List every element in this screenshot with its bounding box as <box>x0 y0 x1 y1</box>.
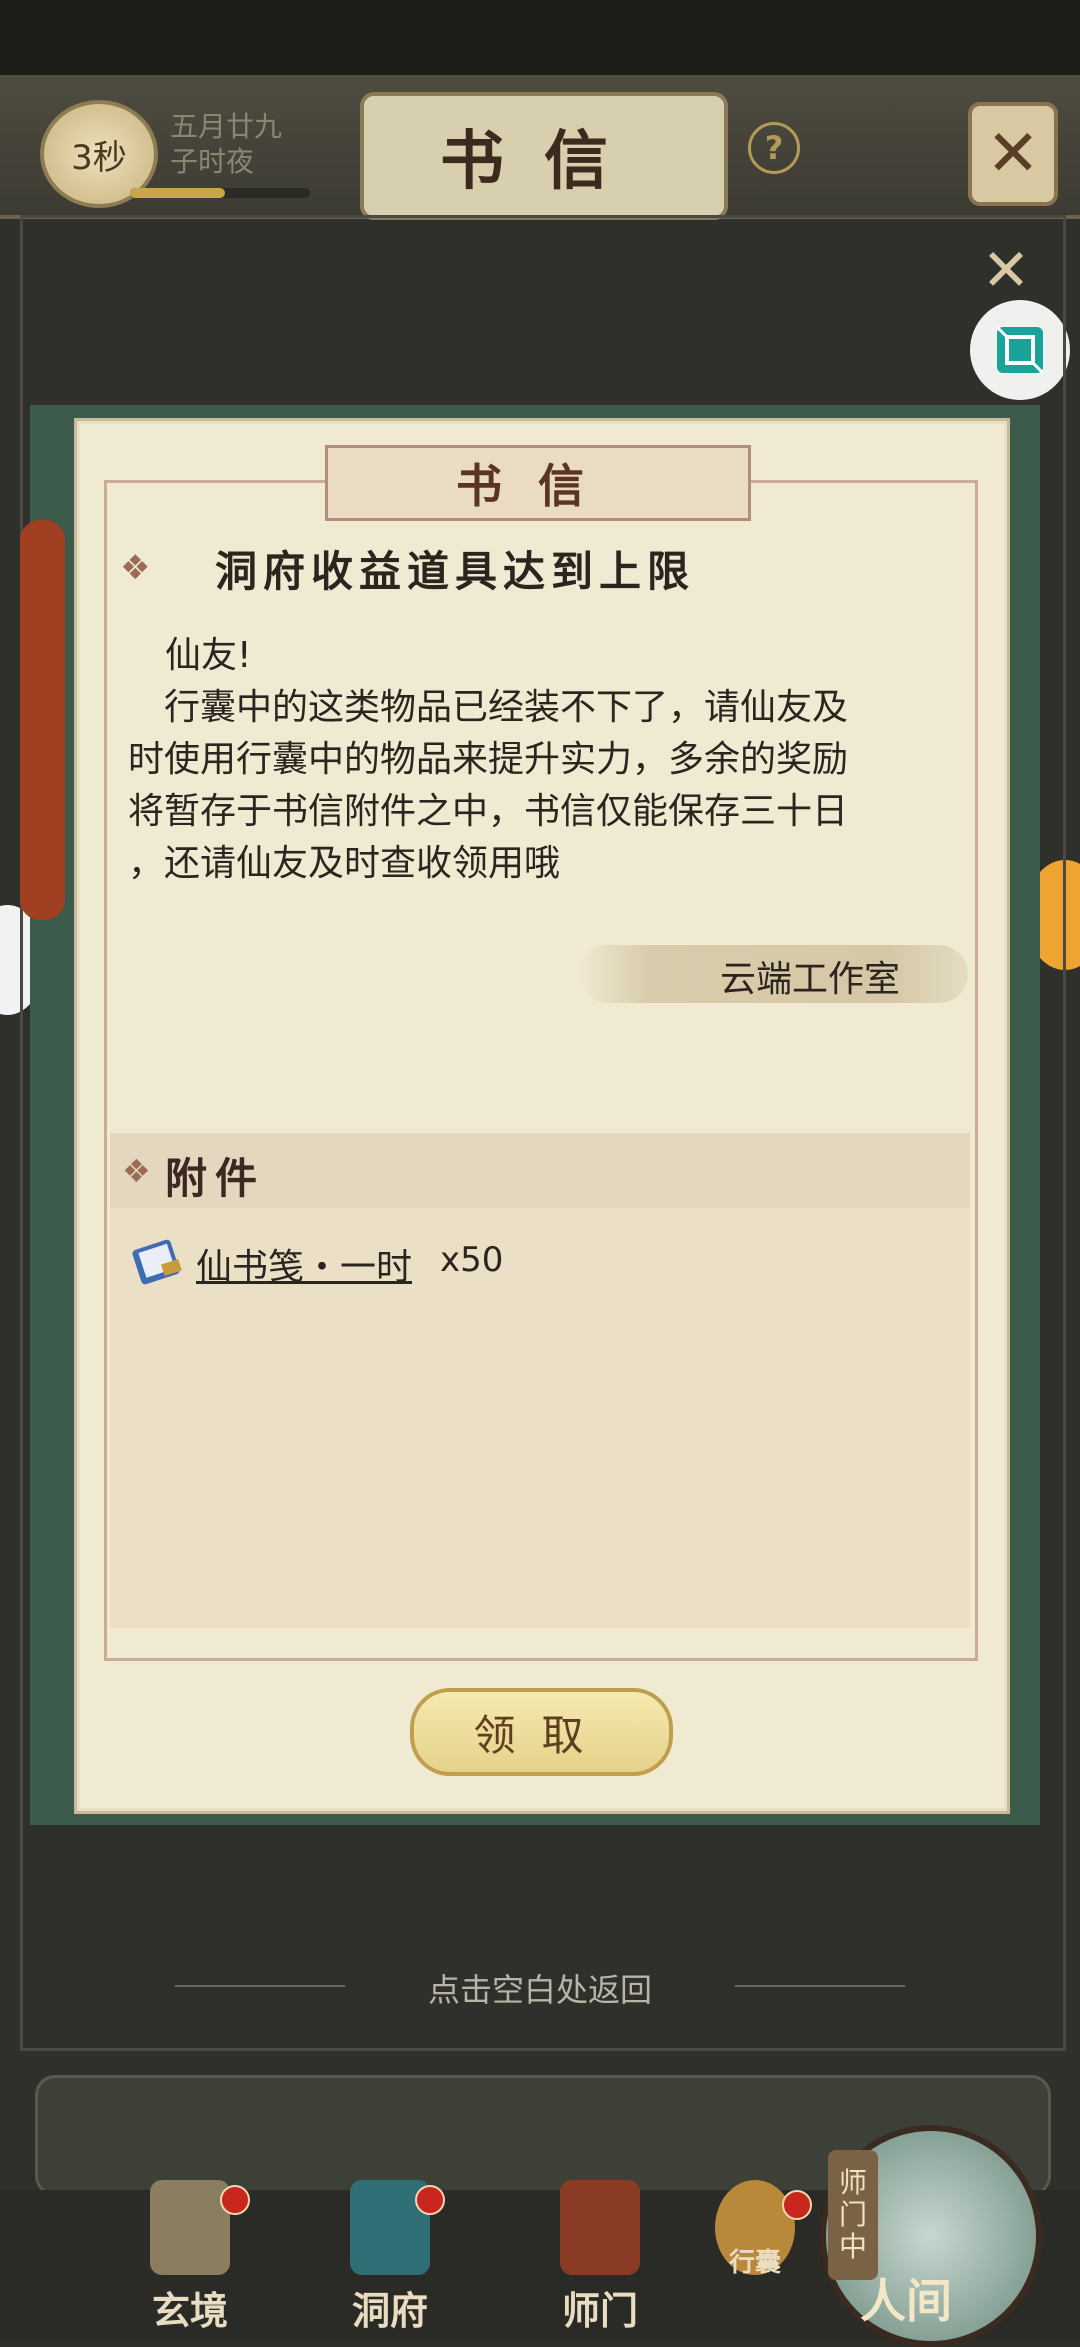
question-icon[interactable]: ? <box>748 122 800 174</box>
close-button[interactable]: ✕ <box>968 102 1058 206</box>
game-date: 五月廿九 <box>170 110 283 143</box>
letter-body-line: ，还请仙友及时查收领用哦 <box>128 843 561 884</box>
attachment-item-quantity: x50 <box>440 1240 504 1280</box>
nav-item-xuanjing[interactable]: 玄境 <box>115 2180 265 2335</box>
time-progress-fill <box>130 188 225 198</box>
game-time: 子时夜 <box>170 145 255 178</box>
notification-dot <box>220 2185 250 2215</box>
notification-dot <box>415 2185 445 2215</box>
nav-item-dongfu[interactable]: 洞府 <box>315 2180 465 2335</box>
red-ribbon <box>20 520 65 920</box>
sect-tag: 师 门 中 <box>828 2150 878 2280</box>
attachment-title: 附件 <box>165 1154 266 1203</box>
status-bar <box>0 0 1080 75</box>
crossed-swords-icon: ✕ <box>986 117 1040 191</box>
notification-dot <box>782 2190 812 2220</box>
letter-body-line: 行囊中的这类物品已经装不下了，请仙友及 <box>164 687 849 728</box>
letter-subject: 洞府收益道具达到上限 <box>215 547 696 596</box>
letter-signature: 云端工作室 <box>720 959 901 1000</box>
banner-icon <box>560 2180 640 2275</box>
letter-body-line: 将暂存于书信附件之中，书信仅能保存三十日 <box>128 791 849 832</box>
scroll-book-icon[interactable] <box>130 1238 186 1288</box>
return-hint[interactable]: 点击空白处返回 <box>0 1965 1080 2011</box>
world-label: 人间 <box>860 2274 952 2328</box>
scroll-icon <box>150 2180 230 2275</box>
diamond-icon: ❖ <box>122 1152 151 1190</box>
nav-item-xingnang[interactable]: 行囊 <box>690 2180 820 2335</box>
nav-item-shimen[interactable]: 师门 <box>525 2180 675 2335</box>
nav-label: 师门 <box>561 2288 638 2333</box>
letter-greeting: 仙友! <box>165 635 252 676</box>
sect-tag-char: 中 <box>838 2230 867 2263</box>
letter-banner: 书信 <box>325 445 751 521</box>
nav-label: 行囊 <box>728 2248 781 2278</box>
attachment-item-link[interactable]: 仙书笺・一时 <box>196 1238 412 1290</box>
sect-tag-char: 门 <box>838 2198 867 2231</box>
diamond-icon: ❖ <box>120 548 151 588</box>
sect-tag-char: 师 <box>838 2166 867 2199</box>
page-title: 书信 <box>360 92 728 220</box>
claim-button[interactable]: 领取 <box>410 1688 673 1776</box>
nav-label: 玄境 <box>151 2288 228 2333</box>
nav-label: 洞府 <box>351 2288 428 2333</box>
letter-body-line: 时使用行囊中的物品来提升实力，多余的奖励 <box>128 739 849 780</box>
